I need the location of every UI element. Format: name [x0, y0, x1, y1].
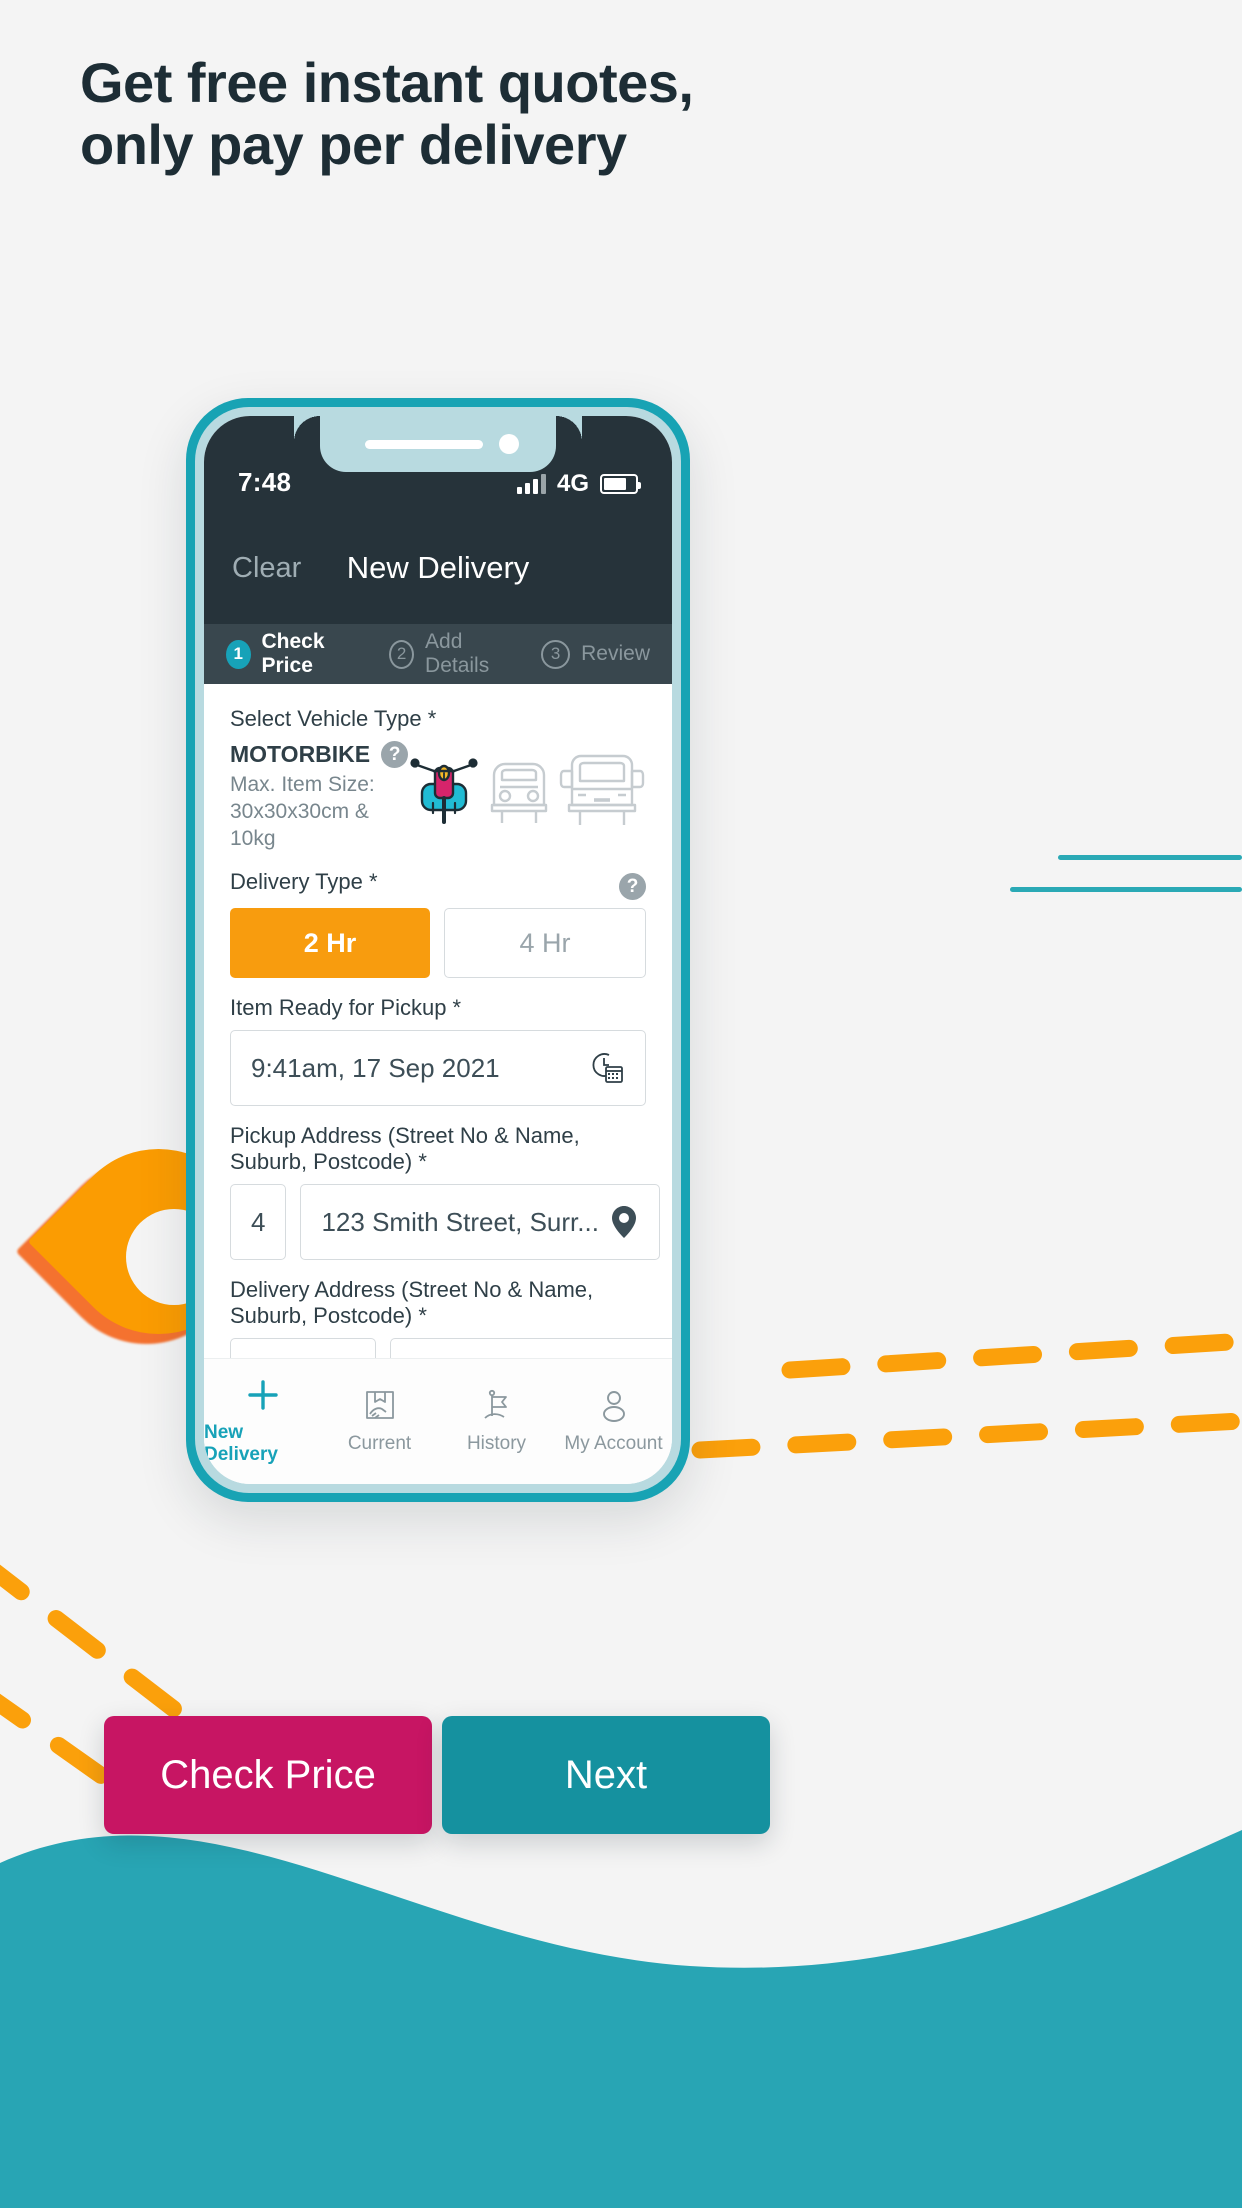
new-delivery-form: Select Vehicle Type * MOTORBIKE ? Max. I… — [204, 684, 672, 1358]
stepper-step-add-details[interactable]: 2 Add Details — [389, 630, 515, 678]
pickup-unit-value: 4 — [251, 1206, 266, 1237]
app-header: Clear New Delivery — [204, 512, 672, 624]
package-hand-icon — [365, 1391, 394, 1419]
earpiece-speaker — [365, 439, 483, 449]
bottom-tab-bar: New Delivery Current History My Account — [204, 1358, 672, 1484]
delivery-address-row: Unit/Level 1242 Fretton Road, Bo... — [230, 1338, 672, 1358]
tab-label: My Account — [564, 1433, 663, 1454]
vehicle-name: MOTORBIKE — [230, 741, 371, 767]
check-price-button[interactable]: Check Price — [104, 1716, 432, 1834]
pickup-time-label: Item Ready for Pickup * — [230, 995, 462, 1020]
pickup-time-input[interactable]: 9:41am, 17 Sep 2021 — [230, 1030, 646, 1106]
vehicle-name-row: MOTORBIKE ? — [230, 741, 409, 768]
vehicle-size-line-2: 30x30x30cm & 10kg — [230, 800, 369, 850]
phone-inner-bezel: 7:48 4G Clear New Delivery 1 Check Price… — [195, 407, 681, 1493]
vehicle-icon-options — [408, 741, 646, 829]
plus-icon — [247, 1380, 278, 1410]
status-time: 7:48 — [238, 467, 292, 497]
tab-new-delivery[interactable]: New Delivery — [204, 1377, 321, 1466]
marketing-headline: Get free instant quotes, only pay per de… — [80, 51, 694, 176]
stepper-step-check-price[interactable]: 1 Check Price — [226, 630, 363, 678]
car-icon[interactable] — [480, 747, 558, 827]
map-pin-icon[interactable] — [609, 1204, 639, 1240]
delivery-type-option-4hr[interactable]: 4 Hr — [444, 908, 646, 978]
signal-bars-icon — [516, 474, 546, 494]
pickup-address-value: 123 Smith Street, Surr... — [321, 1206, 599, 1237]
phone-screen: 7:48 4G Clear New Delivery 1 Check Price… — [204, 416, 672, 1484]
status-indicators: 4G — [516, 470, 641, 498]
delivery-type-options: 2 Hr 4 Hr — [230, 908, 646, 978]
battery-icon — [600, 474, 641, 494]
tab-current[interactable]: Current — [321, 1388, 438, 1455]
step-label: Add Details — [425, 630, 490, 677]
clock-calendar-icon[interactable] — [587, 1049, 625, 1087]
delivery-type-option-2hr[interactable]: 2 Hr — [230, 908, 430, 978]
pickup-unit-input[interactable]: 4 — [230, 1184, 287, 1260]
tab-label: Current — [347, 1433, 412, 1454]
next-button[interactable]: Next — [442, 1716, 770, 1834]
flag-icon — [483, 1389, 507, 1419]
pickup-time-section: Item Ready for Pickup * 9:41am, 17 Sep 2… — [230, 995, 646, 1106]
delivery-address-input[interactable]: 1242 Fretton Road, Bo... — [390, 1338, 672, 1358]
delivery-type-section: Delivery Type * ? 2 Hr 4 Hr — [230, 869, 646, 978]
phone-notch — [294, 416, 556, 472]
network-type-label: 4G — [556, 470, 589, 497]
tab-label: New Delivery — [204, 1422, 278, 1465]
delivery-address-label: Delivery Address (Street No & Name, Subu… — [230, 1277, 594, 1328]
delivery-unit-input[interactable]: Unit/Level — [230, 1338, 376, 1358]
pickup-address-input[interactable]: 123 Smith Street, Surr... — [300, 1184, 660, 1260]
question-mark-icon[interactable]: ? — [381, 741, 409, 768]
van-icon[interactable] — [558, 745, 646, 829]
decor-teal-line-bottom — [1010, 887, 1242, 892]
status-bar: 7:48 4G — [204, 416, 672, 512]
decor-teal-line-top — [1058, 855, 1242, 860]
vehicle-size-line-1: Max. Item Size: — [230, 773, 375, 796]
front-camera — [499, 434, 519, 454]
page-title: New Delivery — [346, 550, 530, 585]
delivery-type-label-row: Delivery Type * ? — [230, 869, 646, 904]
motorbike-icon[interactable] — [408, 748, 480, 826]
stepper-step-review[interactable]: 3 Review — [541, 639, 650, 669]
question-mark-icon[interactable]: ? — [619, 873, 646, 900]
step-number: 3 — [541, 639, 571, 669]
step-number: 1 — [226, 639, 251, 669]
progress-stepper: 1 Check Price 2 Add Details 3 Review — [204, 624, 672, 684]
vehicle-type-selector: MOTORBIKE ? Max. Item Size: 30x30x30cm &… — [230, 741, 646, 852]
pickup-address-label: Pickup Address (Street No & Name, Suburb… — [230, 1123, 580, 1174]
tab-label: History — [466, 1433, 527, 1454]
tab-history[interactable]: History — [438, 1388, 555, 1455]
pickup-address-row: 4 123 Smith Street, Surr... — [230, 1184, 660, 1260]
step-number: 2 — [389, 639, 415, 669]
pickup-address-section: Pickup Address (Street No & Name, Suburb… — [230, 1123, 660, 1260]
vehicle-info: MOTORBIKE ? Max. Item Size: 30x30x30cm &… — [230, 741, 409, 852]
pickup-time-value: 9:41am, 17 Sep 2021 — [251, 1052, 500, 1083]
step-label: Check Price — [261, 630, 325, 677]
delivery-type-label: Delivery Type * — [230, 869, 378, 894]
person-icon — [602, 1391, 625, 1422]
step-label: Review — [581, 642, 650, 665]
phone-mockup: 7:48 4G Clear New Delivery 1 Check Price… — [186, 398, 690, 1502]
delivery-address-section: Delivery Address (Street No & Name, Subu… — [230, 1277, 672, 1358]
tab-my-account[interactable]: My Account — [555, 1388, 672, 1455]
vehicle-type-label: Select Vehicle Type * — [230, 706, 437, 731]
